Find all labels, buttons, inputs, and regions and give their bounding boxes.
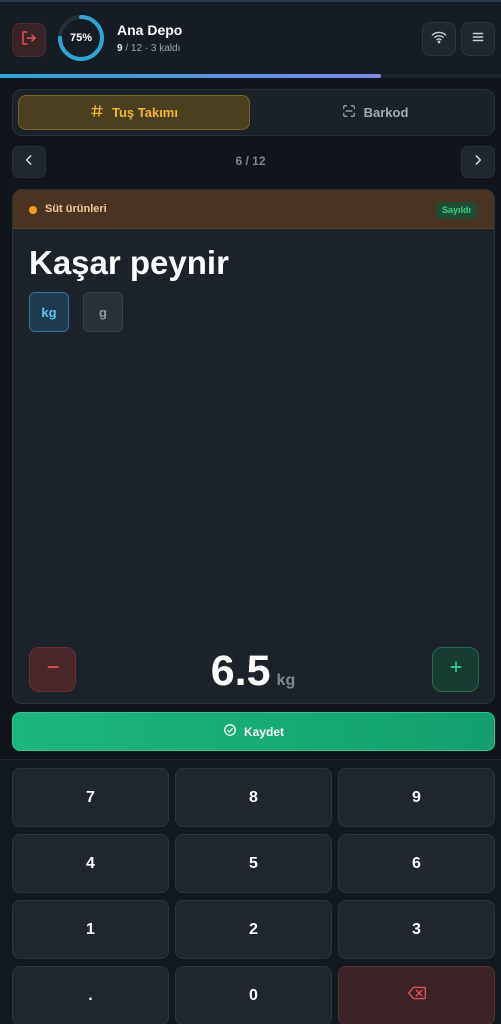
key-3[interactable]: 3 [338,900,495,959]
key-2[interactable]: 2 [175,900,332,959]
key-7[interactable]: 7 [12,768,169,827]
product-card: Süt ürünleri Sayıldı Kaşar peynir kg g 6… [12,189,495,704]
key-backspace[interactable] [338,966,495,1024]
next-item-button[interactable] [461,146,495,178]
key-0[interactable]: 0 [175,966,332,1024]
status-badge: Sayıldı [436,202,478,219]
hash-icon [90,104,104,121]
key-5[interactable]: 5 [175,834,332,893]
tab-keypad[interactable]: Tuş Takımı [18,95,250,130]
unit-g-button[interactable]: g [83,292,123,332]
progress-bar [0,74,501,78]
header: 75% Ana Depo 9 / 12 · 3 kaldı [0,0,501,78]
save-label: Kaydet [243,724,284,739]
wifi-icon [431,29,447,50]
decrement-button[interactable] [29,647,76,692]
check-circle-icon [223,723,237,740]
exit-button[interactable] [12,23,46,57]
key-8[interactable]: 8 [175,768,332,827]
chevron-left-icon [22,153,36,172]
key-1[interactable]: 1 [12,900,169,959]
menu-button[interactable] [461,22,495,56]
quantity-display: 6.5 kg [153,641,353,695]
tab-keypad-label: Tuş Takımı [112,105,178,120]
input-mode-switch: Tuş Takımı Barkod [12,89,495,136]
tab-barcode-label: Barkod [363,105,409,120]
category-label: Süt ürünleri [45,203,107,215]
depot-title: Ana Depo [117,22,183,38]
category-dot [29,206,37,214]
quantity-value: 6.5 [210,647,271,695]
remaining-text: / 12 · 3 kaldı [122,43,181,54]
progress-percent: 75% [69,32,93,44]
numeric-keypad: 7 8 9 4 5 6 1 2 3 . 0 [0,759,501,1024]
tab-barcode[interactable]: Barkod [259,95,491,130]
previous-item-button[interactable] [12,146,46,178]
page-indicator: 6 / 12 [235,154,266,168]
key-6[interactable]: 6 [338,834,495,893]
key-9[interactable]: 9 [338,768,495,827]
connection-button[interactable] [422,22,456,56]
progress-bar-fill [0,74,381,78]
product-name: Kaşar peynir [29,244,229,281]
quantity-unit: kg [276,672,296,689]
increment-button[interactable] [432,647,479,692]
save-button[interactable]: Kaydet [12,712,495,751]
key-4[interactable]: 4 [12,834,169,893]
hamburger-icon [471,30,485,49]
plus-icon [448,659,464,680]
key-decimal[interactable]: . [12,966,169,1024]
scan-icon [342,104,356,121]
depot-subtitle: 9 / 12 · 3 kaldı [117,43,180,54]
logout-icon [20,29,38,52]
progress-ring: 75% [56,13,106,63]
minus-icon [45,659,61,680]
app-root: 75% Ana Depo 9 / 12 · 3 kaldı Tuş Takımı… [0,0,501,1024]
backspace-icon [407,986,426,1005]
category-header: Süt ürünleri Sayıldı [13,190,494,229]
chevron-right-icon [471,153,485,172]
unit-kg-button[interactable]: kg [29,292,69,332]
